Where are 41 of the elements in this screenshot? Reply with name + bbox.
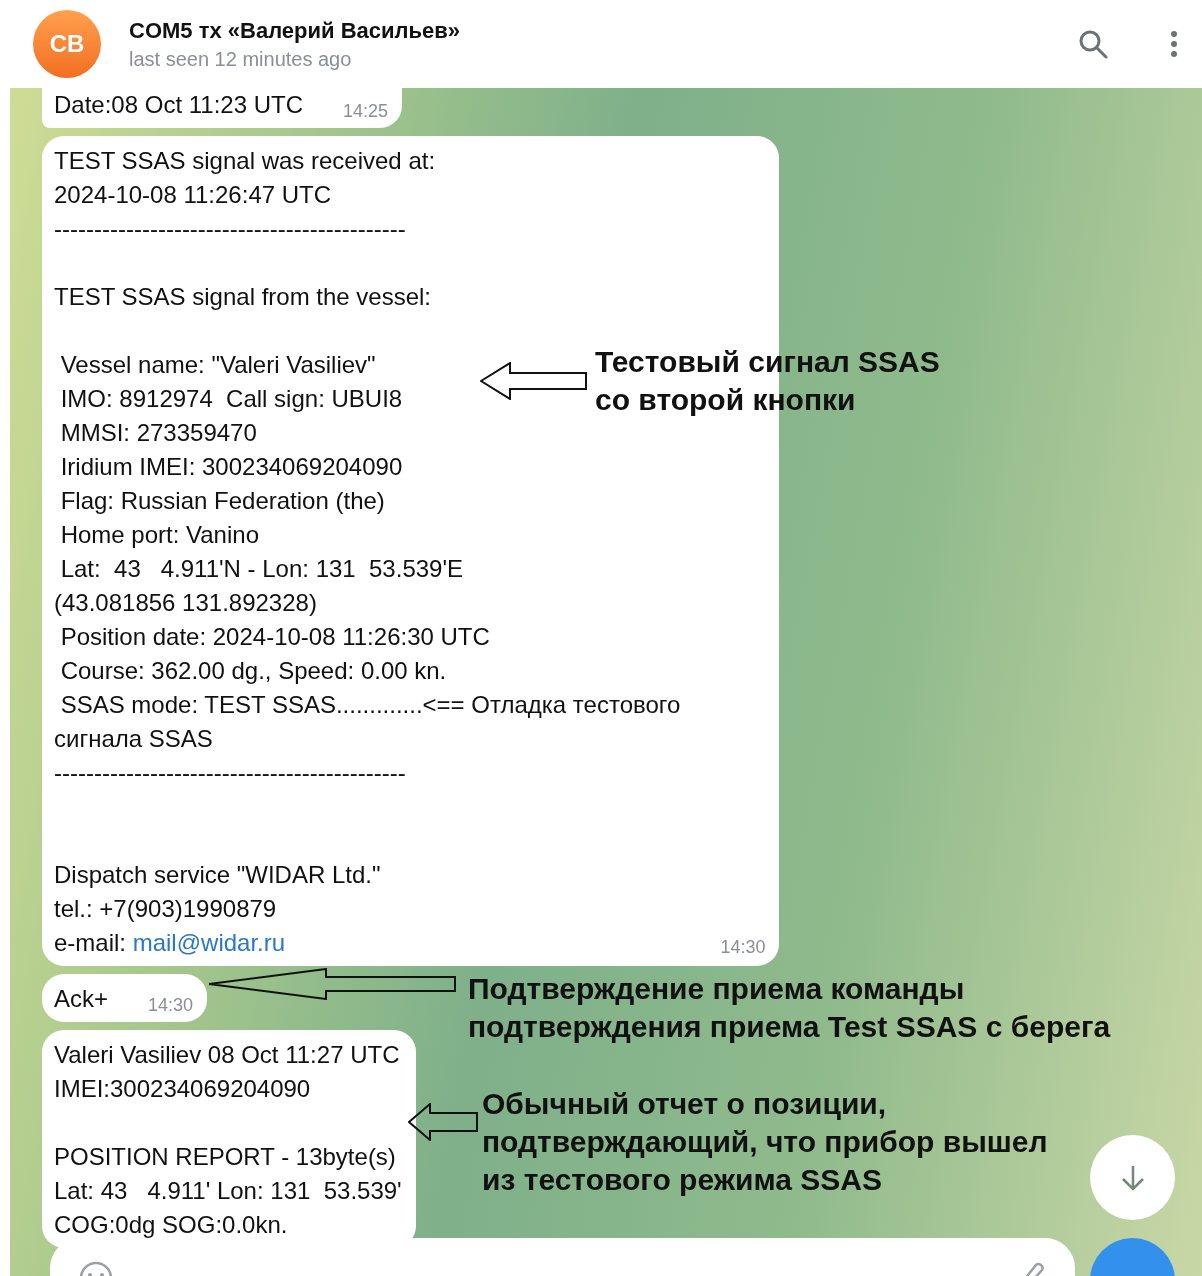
contact-avatar[interactable]: CB <box>33 10 101 78</box>
email-link[interactable]: mail@widar.ru <box>132 929 286 956</box>
message-text: Position date: 2024-10-08 11:26:30 UTC <box>59 622 490 652</box>
message-time: 14:30 <box>148 995 194 1016</box>
message-text: Flag: Russian Federation (the) <box>59 486 385 516</box>
message-text: COG:0dg SOG:0.0kn. <box>54 1210 288 1240</box>
message-text: сигнала SSAS <box>54 724 213 754</box>
message-text: e-mail: <box>54 929 127 956</box>
message-text: Ack+ <box>54 984 109 1014</box>
more-menu-icon[interactable] <box>1170 30 1178 58</box>
message-text: Dispatch service "WIDAR Ltd." <box>54 860 381 890</box>
annotation-text: Обычный отчет о позиции, подтверждающий, что прибор вышел из тестового режима SSAS <box>482 1086 1048 1198</box>
message-text: Iridium IMEI: 300234069204090 <box>59 452 403 482</box>
message-text: Home port: Vanino <box>59 520 259 550</box>
message-text: -------------------------------------------- <box>54 758 406 788</box>
message-text: Date:08 Oct 11:23 UTC <box>54 90 303 120</box>
message-text: MMSI: 273359470 <box>59 418 257 448</box>
annotation-text: Подтверждение приема команды подтверждения приема Test SSAS с берега <box>468 971 1111 1045</box>
message-text: IMO: 8912974 Call sign: UBUI8 <box>59 384 403 414</box>
message-text: Course: 362.00 dg., Speed: 0.00 kn. <box>59 656 447 686</box>
message-time: 14:25 <box>343 101 389 122</box>
message-text: 2024-10-08 11:26:47 UTC <box>54 180 332 210</box>
arrow-icon <box>208 968 456 1000</box>
message-text: Vessel name: "Valeri Vasiliev" <box>59 350 376 380</box>
message-text: TEST SSAS signal was received at: <box>54 146 436 176</box>
message-text: -------------------------------------------- <box>54 214 406 244</box>
search-icon[interactable] <box>1078 29 1108 59</box>
message-text: TEST SSAS signal from the vessel: <box>54 282 432 312</box>
message-text: POSITION REPORT - 13byte(s) <box>54 1142 396 1172</box>
last-seen-status: last seen 12 minutes ago <box>129 47 353 71</box>
message-text: (43.081856 131.892328) <box>54 588 317 618</box>
chat-title: COM5 тх «Валерий Васильев» <box>129 17 462 44</box>
message-time: 14:30 <box>720 937 766 958</box>
arrow-icon <box>480 362 587 400</box>
message-text: IMEI:300234069204090 <box>54 1074 311 1104</box>
message-text: Lat: 43 4.911' Lon: 131 53.539' <box>54 1176 402 1206</box>
arrow-icon <box>408 1103 478 1141</box>
message-text: Lat: 43 4.911'N - Lon: 131 53.539'E <box>59 554 463 584</box>
message-text: SSAS mode: TEST SSAS.............<== Отладка тестового <box>59 690 681 720</box>
message-text: Valeri Vasiliev 08 Oct 11:27 UTC <box>54 1040 400 1070</box>
message-text: tel.: +7(903)1990879 <box>54 894 277 924</box>
